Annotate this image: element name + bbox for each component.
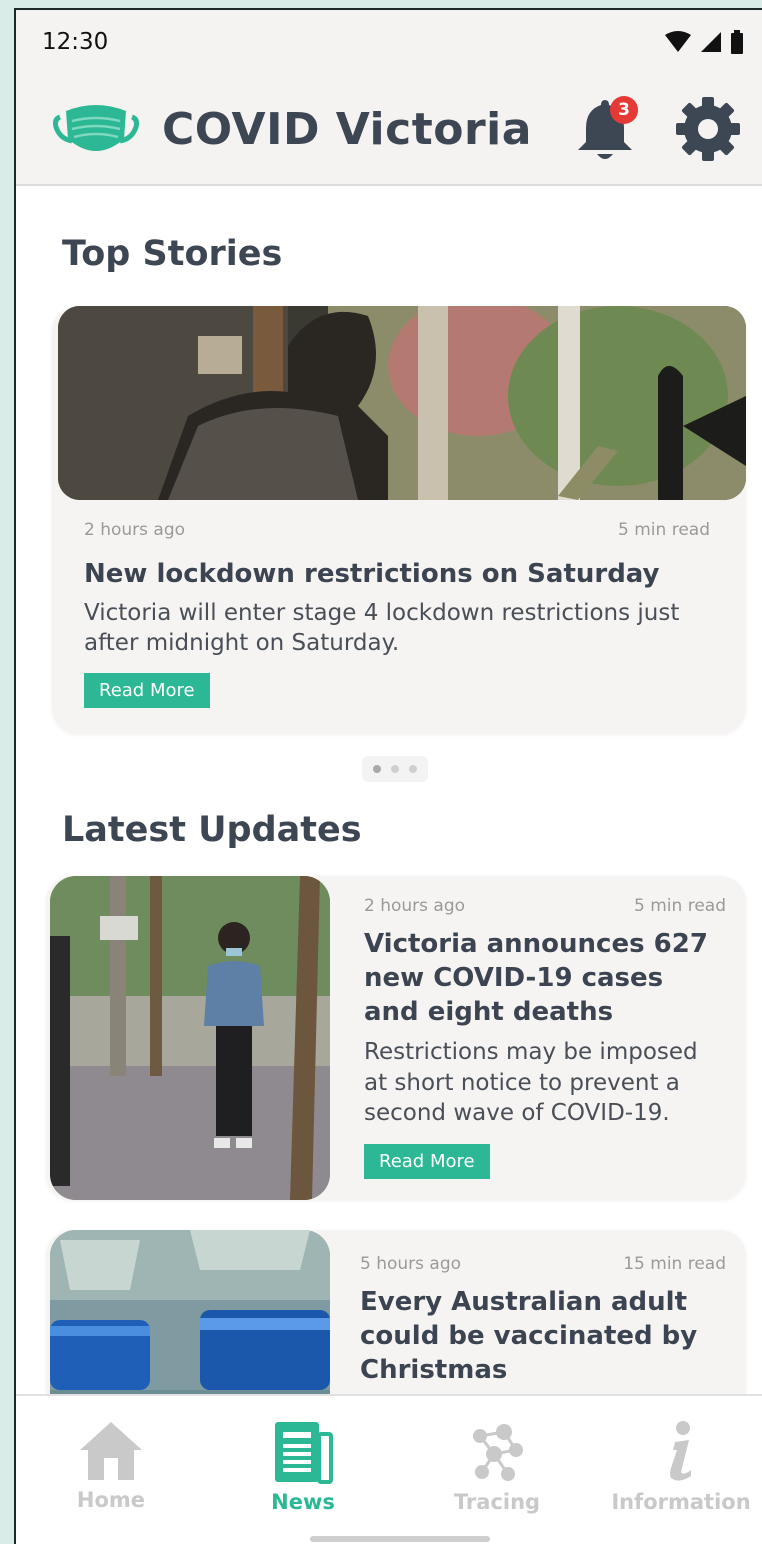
tracing-icon [473, 1424, 523, 1481]
nav-label-tracing: Tracing [453, 1490, 541, 1514]
phone-screen: 12:30 COVID Victoria 3 Top Stories 2 hou… [14, 8, 762, 1544]
nav-label-home: Home [76, 1488, 146, 1512]
top-story-image [58, 306, 746, 500]
update-time: 5 hours ago [360, 1254, 462, 1274]
update-body: 2 hours ago 5 min read Victoria announce… [364, 896, 726, 1180]
carousel-dot[interactable] [409, 765, 417, 773]
update-meta: 2 hours ago 5 min read [364, 896, 726, 916]
gear-icon[interactable] [674, 95, 742, 163]
status-bar: 12:30 [16, 10, 762, 74]
top-story-read-time: 5 min read [618, 520, 710, 540]
update-card[interactable]: 2 hours ago 5 min read Victoria announce… [46, 876, 746, 1200]
notification-badge: 3 [610, 96, 638, 124]
nav-label-news: News [271, 1490, 335, 1514]
update-excerpt: Restrictions may be imposed at short not… [364, 1039, 698, 1127]
nav-item-tracing[interactable]: Tracing [402, 1420, 592, 1514]
update-card[interactable]: 5 hours ago 15 min read Every Australian… [46, 1230, 746, 1394]
latest-updates-title: Latest Updates [62, 810, 362, 850]
update-read-more-button[interactable]: Read More [364, 1144, 490, 1180]
nav-label-information: Information [611, 1490, 751, 1514]
nav-item-information[interactable]: Information [596, 1420, 762, 1514]
battery-icon [731, 30, 743, 54]
top-story-excerpt: Victoria will enter stage 4 lockdown res… [84, 599, 680, 657]
update-headline[interactable]: Every Australian adult could be vaccinat… [360, 1286, 726, 1387]
nav-item-home[interactable]: Home [16, 1420, 206, 1512]
top-story-meta: 2 hours ago 5 min read [84, 520, 710, 540]
top-story-time: 2 hours ago [84, 520, 186, 540]
carousel-dot[interactable] [391, 765, 399, 773]
home-indicator[interactable] [310, 1536, 490, 1542]
carousel-dot[interactable] [373, 765, 381, 773]
status-time: 12:30 [42, 29, 109, 55]
update-read-time: 15 min read [623, 1254, 726, 1274]
update-headline[interactable]: Victoria announces 627 new COVID-19 case… [364, 928, 726, 1029]
carousel-dots[interactable] [362, 756, 428, 782]
signal-icon [701, 32, 721, 52]
top-story-read-more-button[interactable]: Read More [84, 672, 210, 708]
top-story-headline[interactable]: New lockdown restrictions on Saturday [84, 558, 710, 592]
update-thumbnail [50, 1230, 330, 1394]
mask-logo-icon [53, 105, 139, 151]
app-title: COVID Victoria [162, 103, 532, 155]
update-read-time: 5 min read [634, 896, 726, 916]
top-story-card[interactable]: 2 hours ago 5 min read New lockdown rest… [52, 306, 746, 734]
info-icon [670, 1421, 691, 1481]
update-meta: 5 hours ago 15 min read [360, 1254, 726, 1274]
news-feed[interactable]: Top Stories 2 hours ago 5 min read New l… [16, 188, 762, 1394]
update-time: 2 hours ago [364, 896, 466, 916]
status-icons [664, 30, 744, 54]
nav-item-news[interactable]: News [208, 1420, 398, 1514]
home-icon [80, 1422, 142, 1480]
bottom-nav: Home News Tracing Information [16, 1394, 762, 1544]
top-stories-title: Top Stories [62, 234, 283, 274]
wifi-icon [665, 31, 691, 52]
app-bar: COVID Victoria 3 [16, 74, 762, 186]
notifications-button[interactable]: 3 [576, 94, 638, 164]
update-body: 5 hours ago 15 min read Every Australian… [360, 1254, 726, 1387]
news-icon [275, 1422, 333, 1484]
update-thumbnail [50, 876, 330, 1200]
